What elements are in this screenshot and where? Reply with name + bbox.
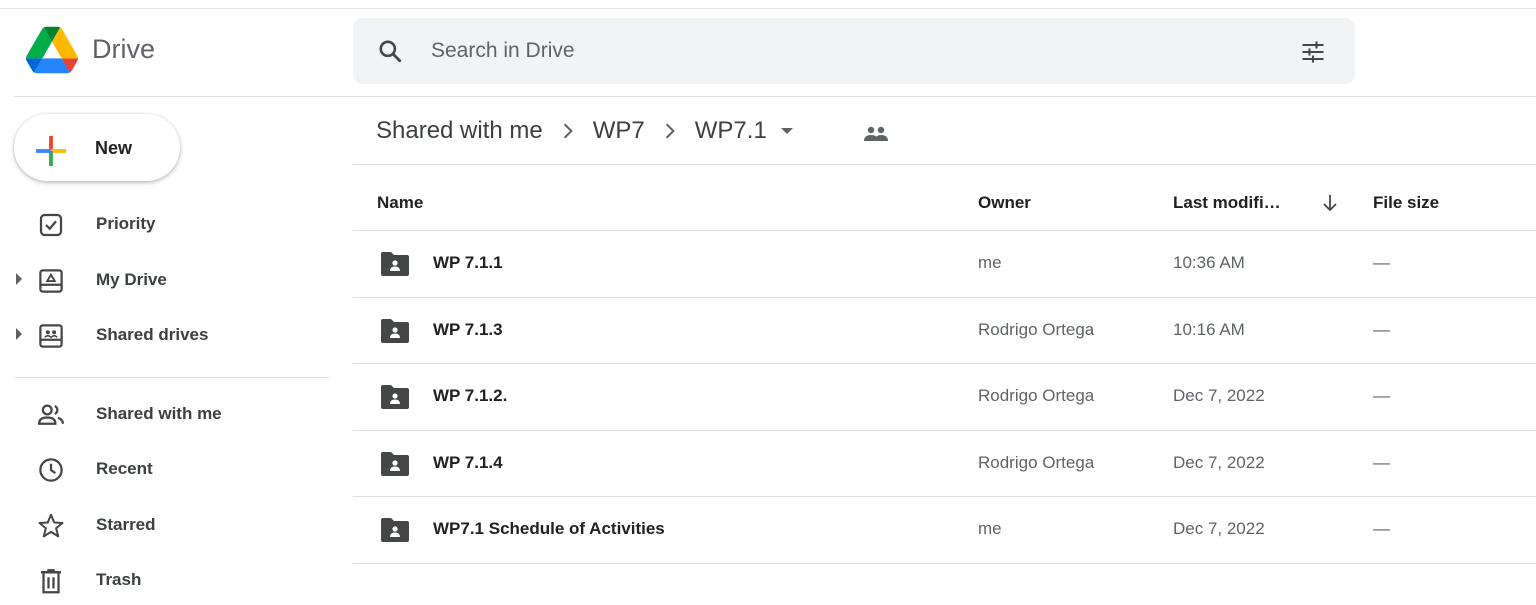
header-divider <box>14 96 1536 97</box>
breadcrumb-item-shared-with-me[interactable]: Shared with me <box>376 117 543 145</box>
column-header-owner[interactable]: Owner <box>978 193 1031 213</box>
file-name[interactable]: WP7.1 Schedule of Activities <box>433 519 665 539</box>
breadcrumb: Shared with me WP7 WP7.1 <box>376 114 793 148</box>
app-name: Drive <box>92 34 156 64</box>
file-name[interactable]: WP 7.1.3 <box>433 320 503 340</box>
sidebar-item-my-drive[interactable]: My Drive <box>0 255 330 305</box>
file-modified: Dec 7, 2022 <box>1173 386 1265 405</box>
sidebar-divider <box>14 377 330 378</box>
table-row[interactable]: WP7.1 Schedule of Activities me Dec 7, 2… <box>353 496 1536 562</box>
table-row[interactable]: WP 7.1.4 Rodrigo Ortega Dec 7, 2022 — <box>353 430 1536 496</box>
file-modified: Dec 7, 2022 <box>1173 453 1265 472</box>
top-border <box>0 8 1536 9</box>
sidebar-item-label: Recent <box>96 459 153 478</box>
search-input[interactable] <box>431 36 1251 66</box>
sort-arrow-down-icon[interactable] <box>1320 192 1340 214</box>
clock-icon <box>39 458 63 482</box>
file-owner: me <box>978 519 1002 538</box>
shared-with-me-icon <box>37 404 64 425</box>
file-name[interactable]: WP 7.1.2. <box>433 386 507 406</box>
sidebar-item-label: Shared with me <box>96 404 222 423</box>
expand-arrow-icon[interactable] <box>16 273 22 285</box>
sidebar-item-label: Starred <box>96 515 156 534</box>
sidebar-item-label: My Drive <box>96 270 167 289</box>
file-owner: me <box>978 253 1002 272</box>
file-size: — <box>1373 519 1390 538</box>
shared-folder-icon <box>381 385 409 409</box>
drive-logo-icon <box>26 26 78 74</box>
shared-drives-icon <box>39 324 63 348</box>
sidebar-item-trash[interactable]: Trash <box>0 555 330 605</box>
table-bottom-divider <box>353 563 1536 564</box>
column-header-file-size[interactable]: File size <box>1373 193 1439 213</box>
sidebar-item-label: Shared drives <box>96 325 209 344</box>
sidebar-item-label: Priority <box>96 214 156 233</box>
sidebar-item-priority[interactable]: Priority <box>0 199 330 249</box>
priority-icon <box>39 213 63 237</box>
file-size: — <box>1373 320 1390 339</box>
sidebar-item-shared-with-me[interactable]: Shared with me <box>0 389 330 439</box>
file-size: — <box>1373 386 1390 405</box>
table-row[interactable]: WP 7.1.3 Rodrigo Ortega 10:16 AM — <box>353 297 1536 363</box>
file-owner: Rodrigo Ortega <box>978 320 1095 339</box>
file-owner: Rodrigo Ortega <box>978 386 1095 405</box>
drive-logo[interactable] <box>26 26 78 74</box>
sidebar-item-recent[interactable]: Recent <box>0 444 330 494</box>
file-size: — <box>1373 453 1390 472</box>
sidebar-item-label: Trash <box>96 570 142 589</box>
shared-folder-icon <box>381 252 409 276</box>
file-owner: Rodrigo Ortega <box>978 453 1095 472</box>
breadcrumb-divider <box>353 164 1536 165</box>
shared-folder-icon <box>381 319 409 343</box>
file-size: — <box>1373 253 1390 272</box>
my-drive-icon <box>39 269 63 293</box>
shared-folder-people-icon[interactable] <box>862 124 890 144</box>
sidebar-item-shared-drives[interactable]: Shared drives <box>0 310 330 360</box>
search-bar[interactable] <box>353 18 1355 84</box>
expand-arrow-icon[interactable] <box>16 328 22 340</box>
chevron-right-icon <box>645 122 695 140</box>
column-header-name[interactable]: Name <box>377 193 423 213</box>
new-button[interactable]: New <box>14 114 180 181</box>
star-icon <box>38 513 64 538</box>
caret-down-icon[interactable] <box>780 128 793 134</box>
table-row[interactable]: WP 7.1.1 me 10:36 AM — <box>353 230 1536 296</box>
sidebar-item-starred[interactable]: Starred <box>0 500 330 550</box>
column-header-last-modified[interactable]: Last modifi… <box>1173 193 1281 213</box>
plus-icon <box>35 135 67 167</box>
file-modified: 10:16 AM <box>1173 320 1245 339</box>
new-button-label: New <box>95 138 133 158</box>
search-icon[interactable] <box>377 38 403 64</box>
breadcrumb-item-wp7[interactable]: WP7 <box>593 117 645 145</box>
shared-folder-icon <box>381 452 409 476</box>
file-name[interactable]: WP 7.1.1 <box>433 253 503 273</box>
table-row[interactable]: WP 7.1.2. Rodrigo Ortega Dec 7, 2022 — <box>353 363 1536 429</box>
chevron-right-icon <box>543 122 593 140</box>
search-options-icon[interactable] <box>1299 38 1327 66</box>
file-modified: Dec 7, 2022 <box>1173 519 1265 538</box>
breadcrumb-item-current[interactable]: WP7.1 <box>695 117 767 145</box>
file-modified: 10:36 AM <box>1173 253 1245 272</box>
file-name[interactable]: WP 7.1.4 <box>433 453 503 473</box>
shared-folder-icon <box>381 518 409 542</box>
